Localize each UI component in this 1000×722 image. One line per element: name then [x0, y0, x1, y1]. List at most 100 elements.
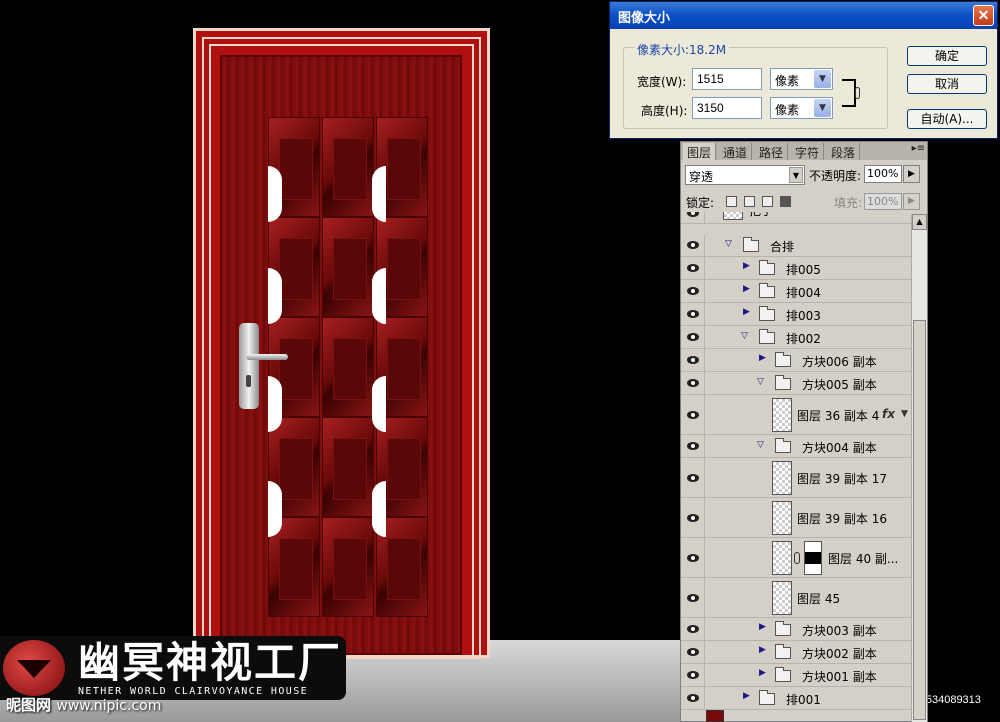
- scroll-up-arrow-icon[interactable]: ▲: [912, 214, 927, 230]
- width-input[interactable]: 1515: [692, 68, 762, 90]
- layer-group-row[interactable]: ▶ 方块001 副本: [681, 664, 911, 687]
- eye-icon[interactable]: [685, 693, 701, 703]
- lock-transparency-icon[interactable]: [726, 196, 737, 207]
- height-unit-select[interactable]: 像素 ▼: [770, 97, 833, 119]
- layer-row[interactable]: 把手: [681, 212, 911, 224]
- visibility-cell[interactable]: [681, 458, 705, 497]
- layer-row[interactable]: 图层 36 副本 4 fx ▼: [681, 395, 911, 435]
- layer-group-row[interactable]: ▶ 排001: [681, 687, 911, 710]
- expanded-triangle-icon[interactable]: ▽: [757, 440, 764, 450]
- expanded-triangle-icon[interactable]: ▽: [741, 331, 748, 341]
- visibility-cell[interactable]: [681, 538, 705, 577]
- collapsed-triangle-icon[interactable]: ▶: [743, 691, 750, 701]
- layer-group-row[interactable]: ▽ 方块004 副本: [681, 435, 911, 458]
- expanded-triangle-icon[interactable]: ▽: [725, 239, 732, 249]
- visibility-cell[interactable]: [681, 372, 705, 394]
- collapsed-triangle-icon[interactable]: ▶: [743, 284, 750, 294]
- layer-group-row[interactable]: ▽ 合排: [681, 234, 911, 257]
- lock-pixels-icon[interactable]: [744, 196, 755, 207]
- collapsed-triangle-icon[interactable]: ▶: [759, 645, 766, 655]
- visibility-cell[interactable]: [681, 326, 705, 348]
- collapsed-triangle-icon[interactable]: ▶: [743, 307, 750, 317]
- fill-slider-toggle[interactable]: ▶: [903, 193, 920, 210]
- eye-icon[interactable]: [685, 410, 701, 420]
- height-input[interactable]: 3150: [692, 97, 762, 119]
- tab-channels[interactable]: 通道: [719, 143, 753, 160]
- eye-icon[interactable]: [685, 240, 701, 250]
- layer-group-row[interactable]: ▶ 方块002 副本: [681, 641, 911, 664]
- layer-group-row[interactable]: ▶ 排003: [681, 303, 911, 326]
- cancel-button[interactable]: 取消: [907, 74, 987, 94]
- visibility-cell[interactable]: [681, 395, 705, 434]
- visibility-cell[interactable]: [681, 257, 705, 279]
- visibility-cell[interactable]: [681, 687, 705, 709]
- visibility-cell[interactable]: [681, 234, 705, 256]
- collapsed-triangle-icon[interactable]: ▶: [759, 622, 766, 632]
- tab-layers[interactable]: 图层: [683, 143, 717, 160]
- auto-button[interactable]: 自动(A)...: [907, 109, 987, 129]
- layer-group-row[interactable]: ▶ 方块006 副本: [681, 349, 911, 372]
- visibility-cell[interactable]: [681, 303, 705, 325]
- layer-mask-thumbnail[interactable]: [804, 541, 822, 575]
- logo-emblem-icon: [3, 640, 65, 696]
- visibility-cell[interactable]: [681, 618, 705, 640]
- expanded-triangle-icon[interactable]: ▽: [757, 377, 764, 387]
- visibility-cell[interactable]: [681, 349, 705, 371]
- panel-menu-icon[interactable]: ▸≡: [912, 143, 925, 154]
- eye-icon[interactable]: [685, 513, 701, 523]
- collapsed-triangle-icon[interactable]: ▶: [743, 261, 750, 271]
- layer-group-row[interactable]: ▶ 排005: [681, 257, 911, 280]
- eye-icon[interactable]: [685, 286, 701, 296]
- visibility-cell[interactable]: [681, 280, 705, 302]
- layers-scrollbar[interactable]: ▲: [911, 214, 927, 722]
- visibility-cell[interactable]: [681, 212, 705, 223]
- chevron-down-icon[interactable]: ▼: [901, 409, 908, 419]
- blend-mode-select[interactable]: 穿透 ▼: [685, 165, 805, 185]
- close-button[interactable]: ✕: [973, 5, 994, 26]
- lock-all-icon[interactable]: [780, 196, 791, 207]
- collapsed-triangle-icon[interactable]: ▶: [759, 668, 766, 678]
- visibility-cell[interactable]: [681, 641, 705, 663]
- tab-character[interactable]: 字符: [791, 143, 825, 160]
- layer-group-row[interactable]: ▶ 排004: [681, 280, 911, 303]
- visibility-cell[interactable]: [681, 435, 705, 457]
- layer-group-row[interactable]: ▽ 排002: [681, 326, 911, 349]
- eye-icon[interactable]: [685, 553, 701, 563]
- foreground-color-swatch[interactable]: [706, 710, 724, 722]
- layer-row[interactable]: 图层 39 副本 17: [681, 458, 911, 498]
- eye-icon[interactable]: [685, 332, 701, 342]
- eye-icon[interactable]: [685, 441, 701, 451]
- eye-icon[interactable]: [685, 309, 701, 319]
- layer-row[interactable]: 图层 39 副本 16: [681, 498, 911, 538]
- eye-icon[interactable]: [685, 593, 701, 603]
- opacity-slider-toggle[interactable]: ▶: [903, 165, 920, 183]
- visibility-cell[interactable]: [681, 664, 705, 686]
- eye-icon[interactable]: [685, 212, 701, 218]
- layer-group-row[interactable]: ▽ 方块005 副本: [681, 372, 911, 395]
- eye-icon[interactable]: [685, 670, 701, 680]
- folder-icon: [775, 375, 791, 390]
- dialog-titlebar[interactable]: 图像大小 ✕: [610, 2, 997, 29]
- mask-link-icon[interactable]: [794, 552, 800, 564]
- layer-row[interactable]: 图层 45: [681, 578, 911, 618]
- layer-row[interactable]: 图层 40 副...: [681, 538, 911, 578]
- fill-input[interactable]: 100%: [864, 193, 902, 210]
- eye-icon[interactable]: [685, 378, 701, 388]
- eye-icon[interactable]: [685, 624, 701, 634]
- scrollbar-thumb[interactable]: [913, 320, 926, 720]
- ok-button[interactable]: 确定: [907, 46, 987, 66]
- eye-icon[interactable]: [685, 355, 701, 365]
- visibility-cell[interactable]: [681, 498, 705, 537]
- opacity-input[interactable]: 100%: [864, 165, 902, 183]
- eye-icon[interactable]: [685, 473, 701, 483]
- visibility-cell[interactable]: [681, 578, 705, 617]
- lock-position-icon[interactable]: [762, 196, 773, 207]
- layer-effects-icon[interactable]: fx: [882, 407, 895, 421]
- tab-paragraph[interactable]: 段落: [827, 143, 861, 160]
- layer-group-row[interactable]: ▶ 方块003 副本: [681, 618, 911, 641]
- collapsed-triangle-icon[interactable]: ▶: [759, 353, 766, 363]
- width-unit-select[interactable]: 像素 ▼: [770, 68, 833, 90]
- tab-paths[interactable]: 路径: [755, 143, 789, 160]
- eye-icon[interactable]: [685, 263, 701, 273]
- eye-icon[interactable]: [685, 647, 701, 657]
